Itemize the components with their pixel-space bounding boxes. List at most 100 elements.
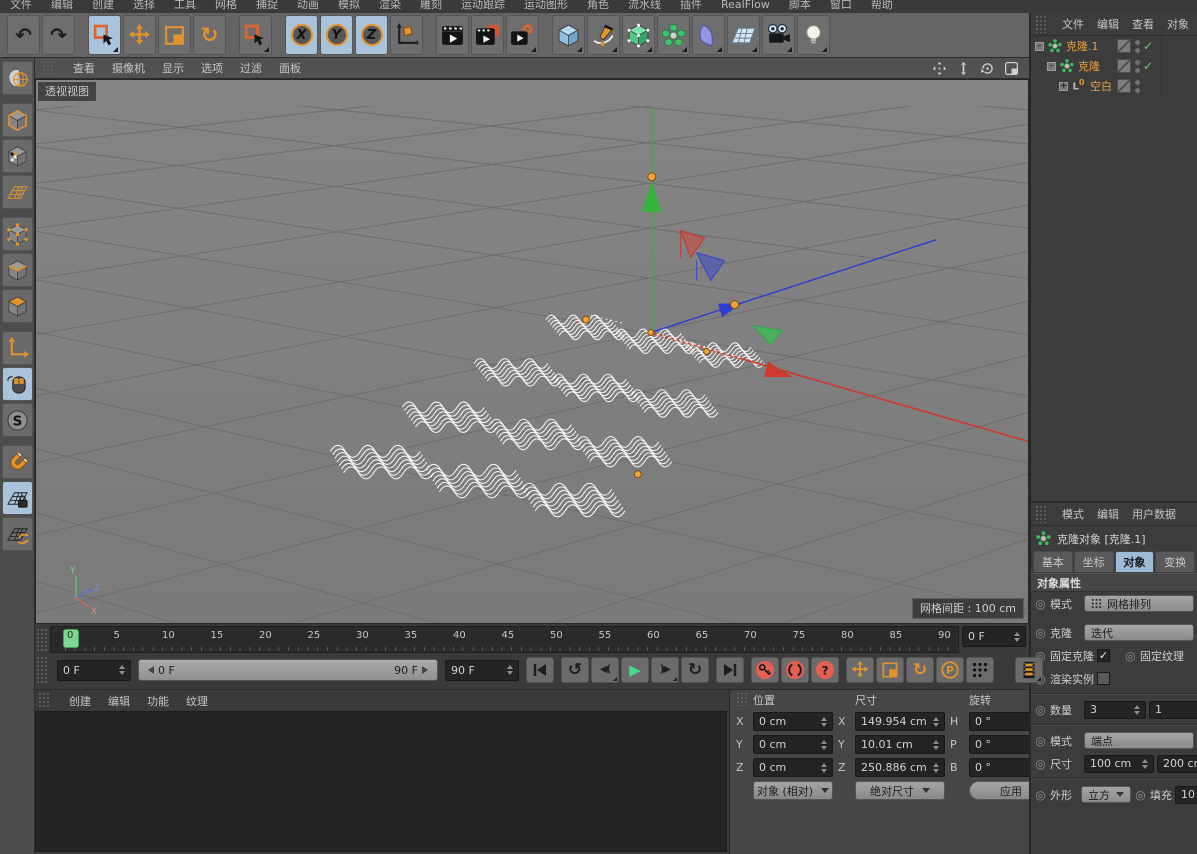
frame-number-field[interactable]: 0 F <box>962 626 1026 647</box>
axis-mode-icon[interactable] <box>2 331 33 365</box>
panel-grip-icon[interactable] <box>36 628 47 651</box>
expand-icon[interactable]: + <box>1059 82 1068 91</box>
anim-dot-icon[interactable] <box>1034 734 1047 748</box>
menu-item-脚本[interactable]: 脚本 <box>789 0 811 12</box>
anim-dot-icon[interactable] <box>1034 703 1047 717</box>
last-tool-icon[interactable] <box>239 15 272 55</box>
menu-item-捕捉[interactable]: 捕捉 <box>256 0 278 12</box>
menu-item-运动跟踪[interactable]: 运动跟踪 <box>461 0 505 12</box>
menu-item-运动图形[interactable]: 运动图形 <box>524 0 568 12</box>
rotate-view-icon[interactable] <box>980 61 995 76</box>
tab-变换[interactable]: 变换 <box>1155 551 1195 572</box>
menu-item-插件[interactable]: 插件 <box>680 0 702 12</box>
prev-key-icon[interactable]: ↺ <box>561 657 589 683</box>
menu-item-查看[interactable]: 查看 <box>1132 16 1154 32</box>
object-row-克隆[interactable]: -克隆 ✓ <box>1031 56 1197 76</box>
object-row-空白[interactable]: +L0空白 ✓ <box>1031 76 1197 96</box>
autokey-icon[interactable] <box>781 657 809 683</box>
menu-item-对象[interactable]: 对象 <box>1167 16 1189 32</box>
rot-b-field[interactable]: 0 ° <box>969 758 1029 777</box>
size-x-field[interactable]: 149.954 cm <box>855 712 945 731</box>
toggle-panels-icon[interactable] <box>1004 61 1019 76</box>
panel-grip-icon[interactable] <box>736 692 747 706</box>
model-mode-icon[interactable] <box>2 103 33 137</box>
menu-item-编辑[interactable]: 编辑 <box>51 0 73 12</box>
cloner-icon[interactable] <box>1059 59 1074 74</box>
texture-mode-icon[interactable] <box>2 139 33 173</box>
menu-item-渲染[interactable]: 渲染 <box>379 0 401 12</box>
menu-item-文件[interactable]: 文件 <box>10 0 32 12</box>
x-lock-icon[interactable]: X <box>285 15 318 55</box>
pos-y-field[interactable]: 0 cm <box>753 735 833 754</box>
menu-item-编辑[interactable]: 编辑 <box>108 693 130 709</box>
move-icon[interactable] <box>123 15 156 55</box>
tab-坐标[interactable]: 坐标 <box>1074 551 1114 572</box>
snap-icon[interactable]: S <box>2 403 33 437</box>
menu-item-帮助[interactable]: 帮助 <box>871 0 893 12</box>
cloner-icon[interactable] <box>1047 39 1062 54</box>
object-label[interactable]: 空白 <box>1090 78 1112 94</box>
menu-item-选择[interactable]: 选择 <box>133 0 155 12</box>
layer-swatch-icon[interactable] <box>1117 59 1131 73</box>
z-lock-icon[interactable]: Z <box>355 15 388 55</box>
menu-item-RealFlow[interactable]: RealFlow <box>721 0 770 12</box>
layer-swatch-icon[interactable] <box>1117 79 1131 93</box>
null-object-icon[interactable]: L0 <box>1071 79 1086 94</box>
menu-item-动画[interactable]: 动画 <box>297 0 319 12</box>
anim-dot-icon[interactable] <box>1124 649 1137 663</box>
menu-item-功能[interactable]: 功能 <box>147 693 169 709</box>
viewport-solo-icon[interactable] <box>2 367 33 401</box>
current-frame-field[interactable]: 0 F <box>57 660 131 681</box>
spinner-icon[interactable] <box>113 665 125 675</box>
size-field-1[interactable]: 100 cm <box>1084 755 1154 773</box>
environment-icon[interactable] <box>727 15 760 55</box>
anim-dot-icon[interactable] <box>1034 757 1047 771</box>
key-rotation-icon[interactable]: ↻ <box>906 657 934 683</box>
menu-item-显示[interactable]: 显示 <box>162 60 184 76</box>
undo-icon[interactable]: ↶ <box>7 15 40 55</box>
rotate-icon[interactable]: ↻ <box>193 15 226 55</box>
menu-item-面板[interactable]: 面板 <box>279 60 301 76</box>
timeline-ruler[interactable]: 051015202530354045505560657075808590 <box>50 626 959 653</box>
panel-grip-icon[interactable] <box>42 60 53 76</box>
menu-item-过滤[interactable]: 过滤 <box>240 60 262 76</box>
render-view-icon[interactable] <box>436 15 469 55</box>
pos-x-field[interactable]: 0 cm <box>753 712 833 731</box>
prev-frame-icon[interactable]: ◀( <box>591 657 619 683</box>
collapse-icon[interactable]: - <box>1047 62 1056 71</box>
light-icon[interactable] <box>797 15 830 55</box>
goto-start-icon[interactable] <box>526 657 554 683</box>
deformer-icon[interactable] <box>692 15 725 55</box>
spline-pen-icon[interactable] <box>587 15 620 55</box>
menu-item-创建[interactable]: 创建 <box>69 693 91 709</box>
scale-icon[interactable] <box>158 15 191 55</box>
menu-item-创建[interactable]: 创建 <box>92 0 114 12</box>
tab-对象[interactable]: 对象 <box>1115 551 1155 572</box>
key-position-icon[interactable] <box>846 657 874 683</box>
viewport-label[interactable]: 透视视图 <box>38 82 96 101</box>
dolly-view-icon[interactable] <box>956 61 971 76</box>
key-pla-icon[interactable] <box>966 657 994 683</box>
points-mode-icon[interactable] <box>2 217 33 251</box>
viewport-3d[interactable]: YZX 透视视图 网格间距 : 100 cm <box>35 79 1029 624</box>
object-row-克隆.1[interactable]: -克隆.1 ✓ <box>1031 36 1197 56</box>
live-selection-icon[interactable] <box>88 15 121 55</box>
collapse-icon[interactable]: - <box>1035 42 1044 51</box>
make-editable-icon[interactable] <box>2 61 33 95</box>
magnet-icon[interactable] <box>2 445 33 479</box>
render-instance-checkbox[interactable] <box>1097 672 1110 685</box>
visibility-dots-icon[interactable] <box>1135 40 1140 53</box>
visibility-dots-icon[interactable] <box>1135 60 1140 73</box>
planar-workplane-icon[interactable] <box>2 517 33 551</box>
panel-grip-icon[interactable] <box>1035 15 1046 33</box>
menu-item-编辑[interactable]: 编辑 <box>1097 16 1119 32</box>
size-mode-dropdown[interactable]: 绝对尺寸 <box>855 781 945 800</box>
mograph-icon[interactable] <box>657 15 690 55</box>
fill-field[interactable]: 10 <box>1175 786 1197 804</box>
y-lock-icon[interactable]: Y <box>320 15 353 55</box>
timeline-window-icon[interactable] <box>1015 657 1043 683</box>
goto-end-icon[interactable] <box>716 657 744 683</box>
pan-view-icon[interactable] <box>932 61 947 76</box>
anim-dot-icon[interactable] <box>1034 788 1047 802</box>
redo-icon[interactable]: ↷ <box>42 15 75 55</box>
